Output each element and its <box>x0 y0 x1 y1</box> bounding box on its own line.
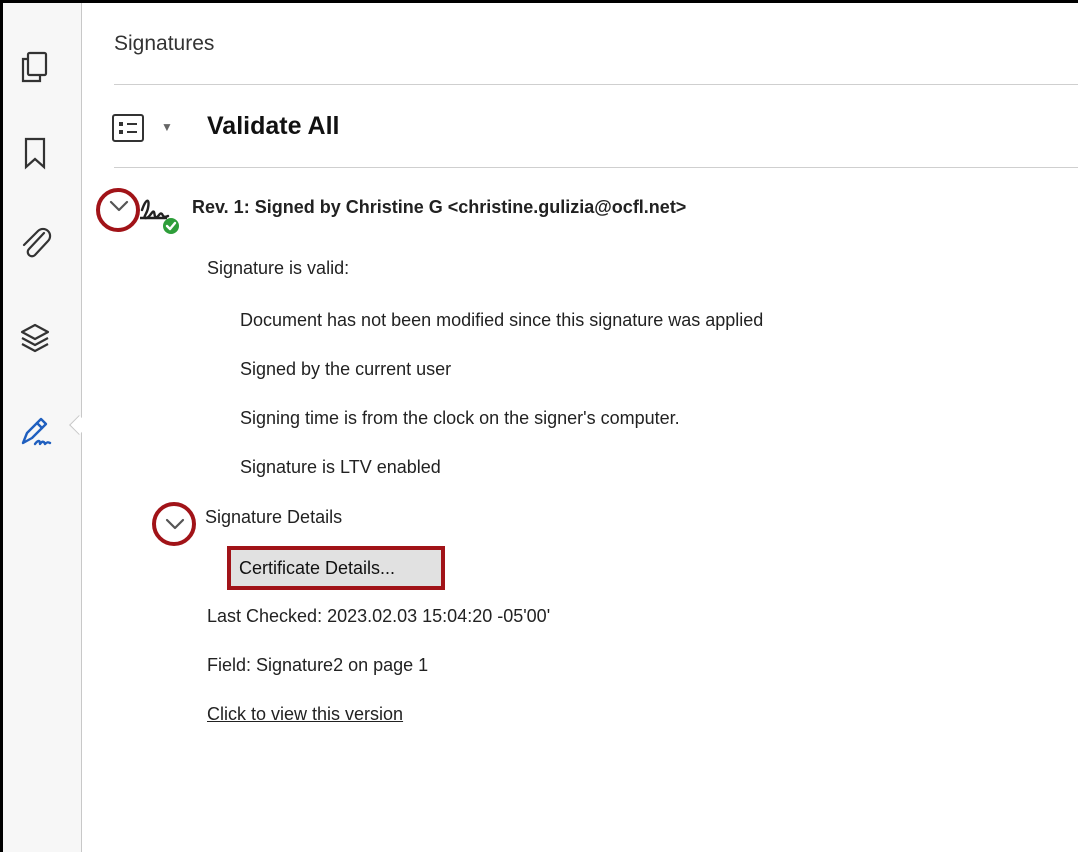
bookmark-icon[interactable] <box>17 135 53 171</box>
detail-line: Signature is LTV enabled <box>240 457 441 477</box>
signature-options-button[interactable]: ▼ <box>111 113 185 143</box>
layers-icon[interactable] <box>17 320 53 356</box>
signature-pen-icon[interactable] <box>17 413 53 449</box>
signature-details-label[interactable]: Signature Details <box>205 507 342 528</box>
highlight-circle-revision <box>96 188 140 232</box>
view-version-link[interactable]: Click to view this version <box>207 704 403 725</box>
revision-title[interactable]: Rev. 1: Signed by Christine G <christine… <box>192 197 686 218</box>
navigation-rail <box>3 3 82 852</box>
panel-title: Signatures <box>114 32 215 55</box>
title-divider <box>114 84 1078 85</box>
toolbar-divider <box>114 167 1078 168</box>
last-checked: Last Checked: 2023.02.03 15:04:20 -05'00… <box>207 606 551 626</box>
detail-line: Signed by the current user <box>240 359 452 379</box>
highlight-circle-details <box>152 502 196 546</box>
certificate-details-button[interactable]: Certificate Details... <box>227 546 445 590</box>
detail-line: Signing time is from the clock on the si… <box>240 408 680 428</box>
certificate-details-label: Certificate Details... <box>239 558 396 578</box>
signature-field: Field: Signature2 on page 1 <box>207 655 429 675</box>
validate-all-button[interactable]: Validate All <box>207 112 339 141</box>
pages-icon[interactable] <box>17 49 53 85</box>
attachment-icon[interactable] <box>17 225 53 261</box>
detail-line: Document has not been modified since thi… <box>240 310 764 330</box>
valid-signature-icon <box>140 199 179 234</box>
list-options-icon <box>112 114 144 142</box>
caret-down-icon: ▼ <box>161 120 173 134</box>
signature-status: Signature is valid: <box>207 258 350 278</box>
